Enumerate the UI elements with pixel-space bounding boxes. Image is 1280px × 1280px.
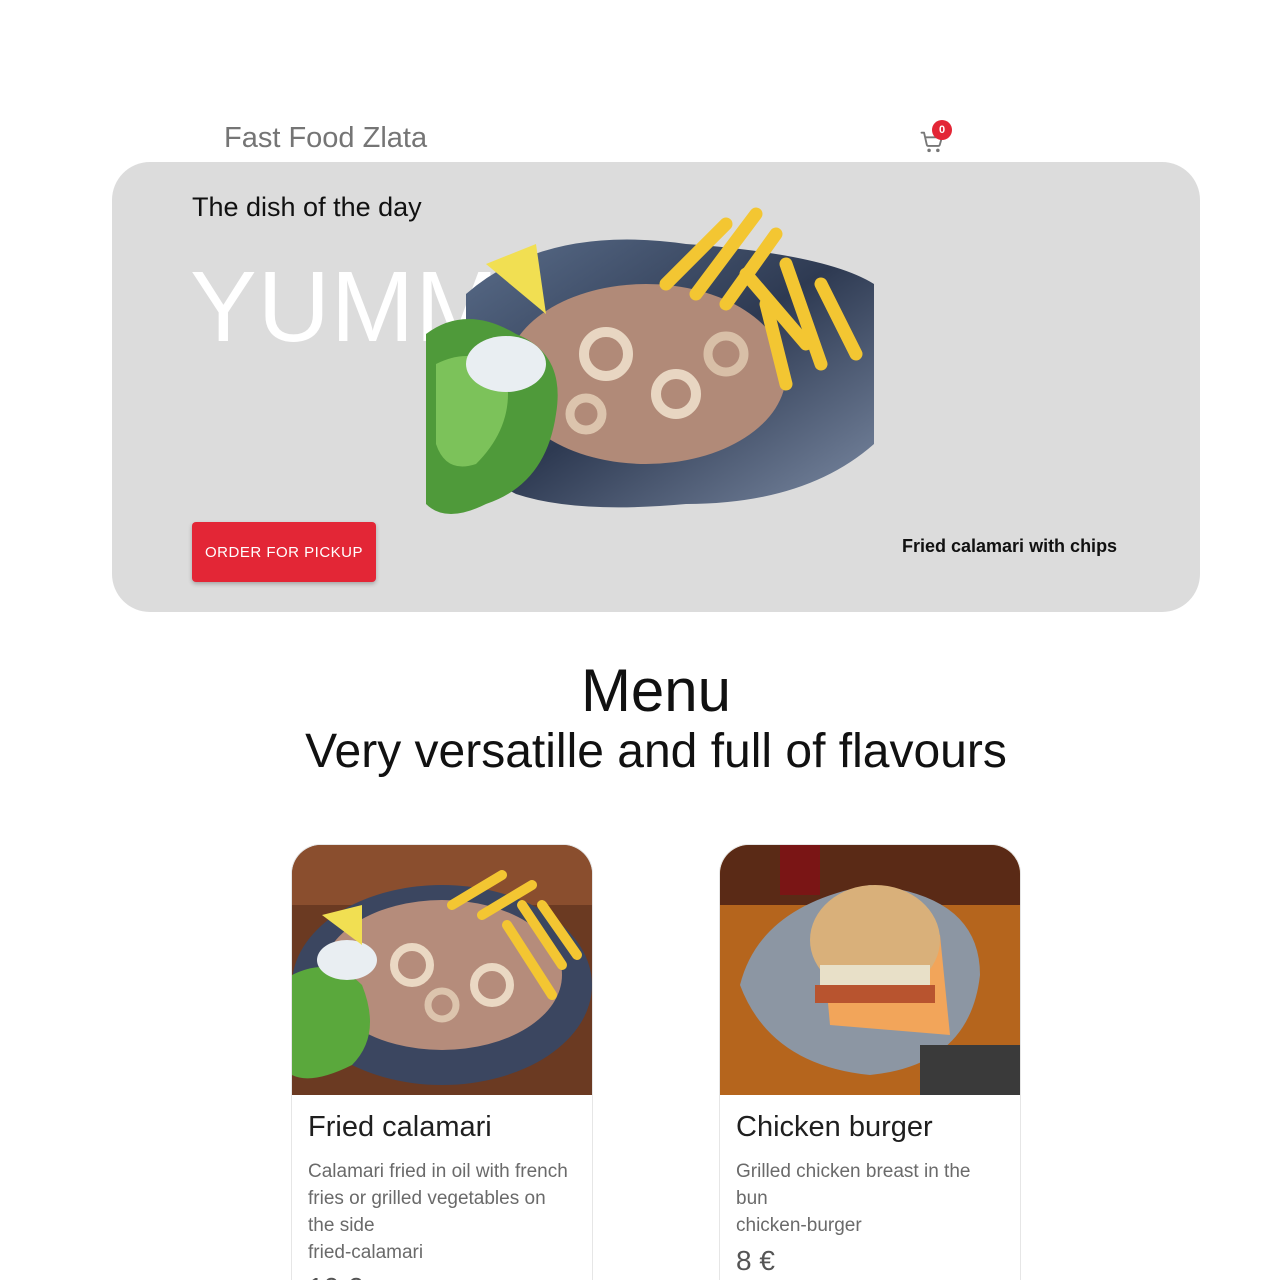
menu-subtitle: Very versatille and full of flavours xyxy=(305,725,1007,778)
card-price: 10 € xyxy=(308,1272,576,1280)
menu-card-chicken-burger[interactable]: Chicken burger Grilled chicken breast in… xyxy=(719,844,1021,1280)
menu-card-fried-calamari[interactable]: Fried calamari Calamari fried in oil wit… xyxy=(291,844,593,1280)
card-slug: chicken-burger xyxy=(736,1215,862,1236)
calamari-plate-image xyxy=(292,845,592,1095)
card-slug: fried-calamari xyxy=(308,1242,424,1263)
dish-caption: Fried calamari with chips xyxy=(902,536,1118,556)
card-title: Chicken burger xyxy=(736,1111,933,1143)
card-price: 8 € xyxy=(736,1245,775,1276)
cart-button[interactable]: 0 xyxy=(918,120,952,156)
card-title: Fried calamari xyxy=(308,1111,492,1143)
card-description: Grilled chicken breast in the bun xyxy=(736,1161,971,1209)
brand-title[interactable]: Fast Food Zlata xyxy=(224,122,427,155)
burger-plate-image xyxy=(720,845,1020,1095)
menu-title: Menu xyxy=(580,657,732,724)
hero-subtitle: The dish of the day xyxy=(192,192,422,222)
calamari-plate-image xyxy=(426,207,874,514)
order-for-pickup-button[interactable]: ORDER FOR PICKUP xyxy=(192,522,376,582)
dish-of-the-day-banner: The dish of the day YUMMY ORDER FOR PICK… xyxy=(112,162,1200,612)
cart-count-badge: 0 xyxy=(932,120,952,140)
card-description: Calamari fried in oil with french fries … xyxy=(308,1161,568,1236)
